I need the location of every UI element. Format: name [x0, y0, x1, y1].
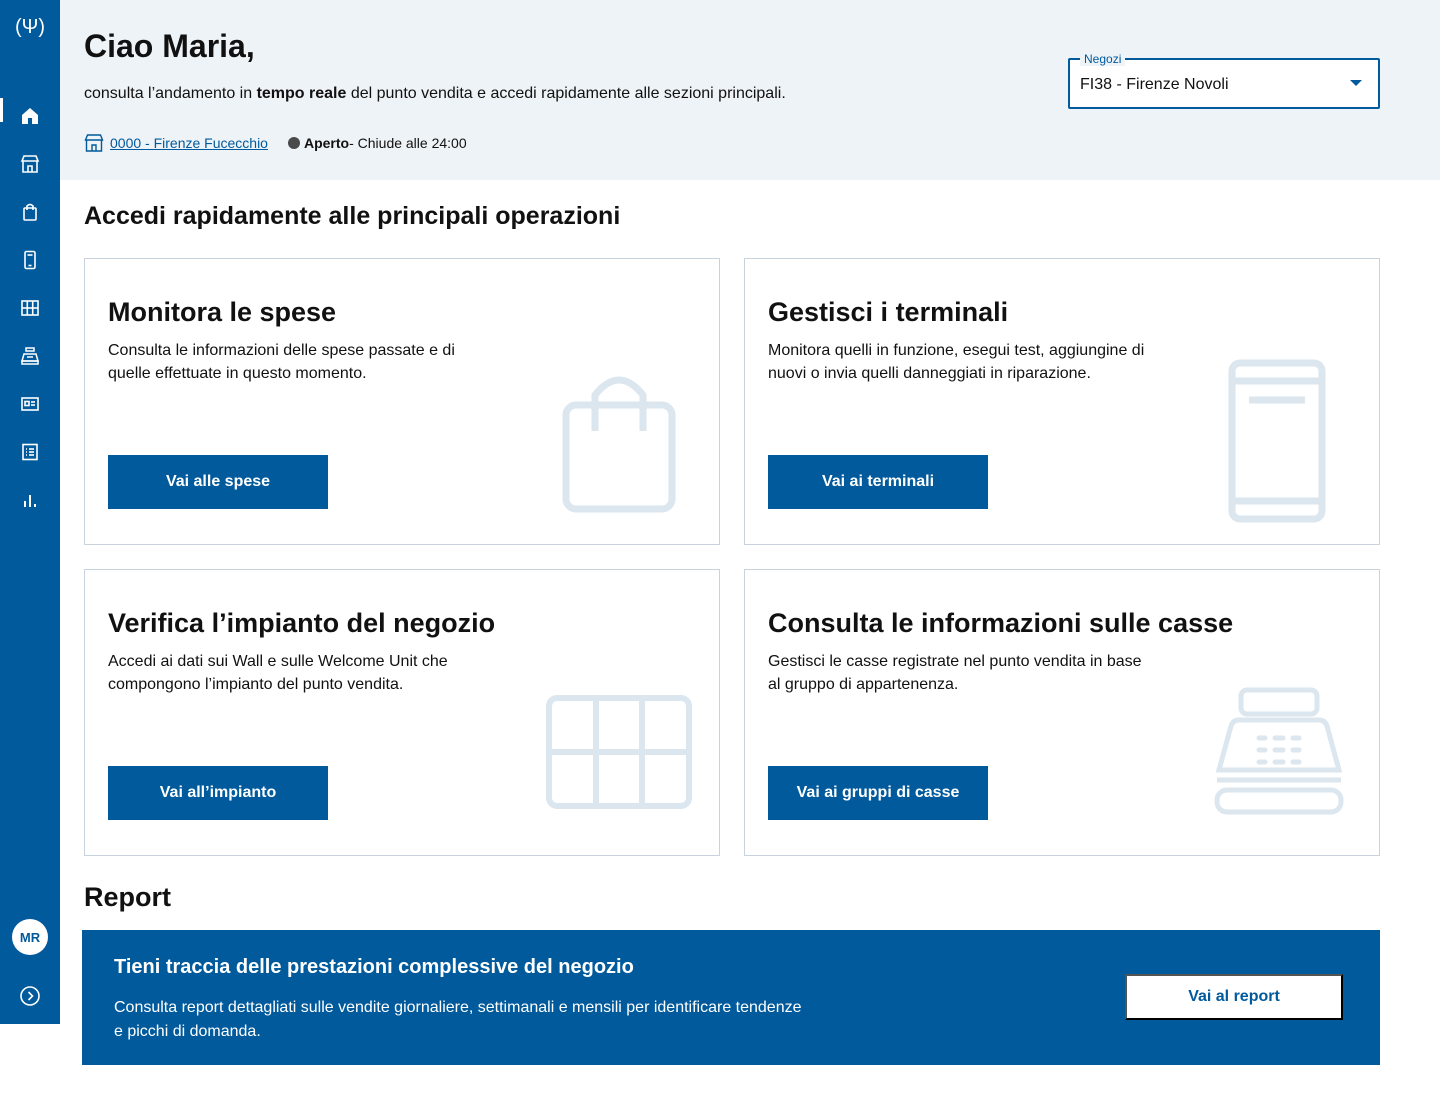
card-description: Accedi ai dati sui Wall e sulle Welcome … [108, 653, 448, 693]
store-info: 0000 - Firenze Fucecchio Aperto - Chiude… [84, 134, 467, 152]
card-title: Verifica l’impianto del negozio [108, 608, 496, 638]
sidebar: (Ψ) MR [0, 0, 60, 1024]
go-to-terminals-button[interactable]: Vai ai terminali [768, 455, 988, 509]
bar-chart-icon [24, 495, 36, 507]
go-to-report-button[interactable]: Vai al report [1125, 974, 1343, 1020]
subtitle-text: consulta l’andamento in [84, 85, 257, 102]
card-title: Consulta le informazioni sulle casse [768, 608, 1234, 638]
page-header: Ciao Maria, consulta l’andamento in temp… [60, 0, 1440, 180]
home-icon [22, 108, 38, 124]
card-cash-registers: Consulta le informazioni sulle casse Ges… [744, 569, 1380, 856]
phone-icon [1228, 359, 1326, 523]
store-select[interactable]: Negozi FI38 - Firenze Novoli [1068, 52, 1380, 109]
chevron-down-icon [1350, 80, 1362, 86]
report-banner: Tieni traccia delle prestazioni compless… [82, 930, 1380, 1065]
sidebar-item-cash-registers[interactable] [0, 336, 60, 376]
card-description: Monitora quelli in funzione, esegui test… [768, 342, 1145, 382]
phone-icon [24, 250, 36, 270]
sidebar-item-list[interactable] [0, 432, 60, 472]
sidebar-item-grid[interactable] [0, 288, 60, 328]
card-title: Monitora le spese [108, 297, 337, 327]
store-link[interactable]: 0000 - Firenze Fucecchio [110, 135, 268, 151]
report-banner-title: Tieni traccia delle prestazioni compless… [114, 956, 634, 978]
subtitle-emphasis: tempo reale [256, 85, 347, 102]
id-card-icon [21, 397, 39, 411]
card-terminals: Gestisci i terminali Monitora quelli in … [744, 258, 1380, 545]
sidebar-item-home[interactable] [0, 96, 60, 136]
grid-icon [21, 300, 39, 316]
sidebar-item-id-card[interactable] [0, 384, 60, 424]
subtitle-text-end: del punto vendita e accedi rapidamente a… [346, 85, 786, 102]
sidebar-item-store[interactable] [0, 144, 60, 184]
grid-icon [546, 695, 692, 809]
report-banner-text: Consulta report dettagliati sulle vendit… [114, 999, 802, 1040]
card-description: Consulta le informazioni delle spese pas… [108, 342, 455, 382]
sidebar-item-terminals[interactable] [0, 240, 60, 280]
cash-register-icon [1214, 687, 1344, 815]
report-section-title: Report [84, 882, 171, 912]
store-icon [84, 134, 104, 152]
store-icon [20, 155, 40, 173]
bag-icon [562, 376, 676, 513]
cash-register-icon [21, 347, 39, 365]
sidebar-item-bag[interactable] [0, 192, 60, 232]
avatar[interactable]: MR [12, 919, 48, 955]
store-status: Aperto [303, 135, 350, 151]
card-description: Gestisci le casse registrate nel punto v… [768, 653, 1142, 693]
expand-sidebar-icon[interactable] [19, 985, 41, 1007]
sidebar-item-report[interactable] [0, 480, 60, 520]
list-icon [22, 443, 38, 461]
quick-access-title: Accedi rapidamente alle principali opera… [84, 202, 621, 230]
bag-icon [23, 203, 37, 221]
card-title: Gestisci i terminali [768, 297, 1009, 327]
app-logo[interactable]: (Ψ) [0, 12, 60, 42]
store-select-value: FI38 - Firenze Novoli [1080, 76, 1229, 93]
go-to-cash-register-groups-button[interactable]: Vai ai gruppi di casse [768, 766, 988, 820]
go-to-expenses-button[interactable]: Vai alle spese [108, 455, 328, 509]
go-to-installation-button[interactable]: Vai all’impianto [108, 766, 328, 820]
store-closing-time: - Chiude alle 24:00 [349, 135, 467, 151]
page-title: Ciao Maria, [84, 28, 255, 64]
card-expenses: Monitora le spese Consulta le informazio… [84, 258, 720, 545]
store-select-label: Negozi [1080, 52, 1126, 66]
card-installation: Verifica l’impianto del negozio Accedi a… [84, 569, 720, 856]
status-dot [287, 137, 300, 149]
page-subtitle: consulta l’andamento in tempo reale del … [84, 85, 786, 103]
